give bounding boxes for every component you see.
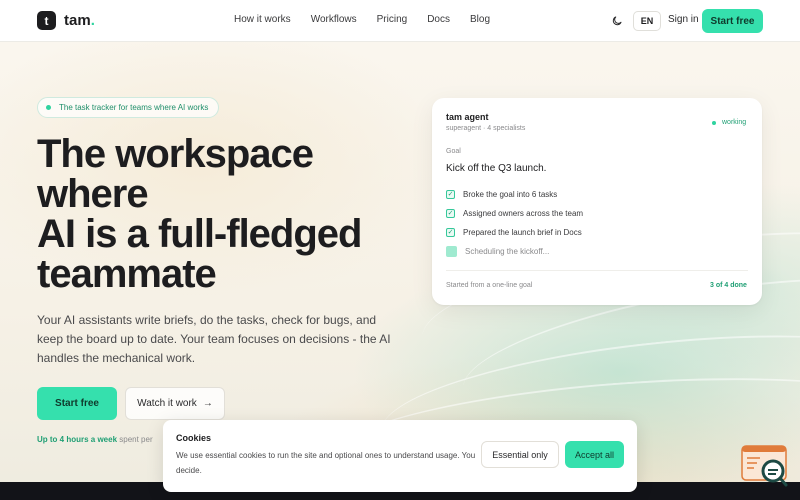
arrow-right-icon: → [202,398,213,409]
theme-toggle-button[interactable] [607,11,627,31]
time-saving-note: Up to 4 hours a week spent per [37,435,153,444]
agent-status-badge: working [712,119,746,126]
nav-link-how-it-works[interactable]: How it works [234,14,291,25]
watch-it-work-button[interactable]: Watch it work → [125,387,225,420]
goal-text: Kick off the Q3 launch. [446,163,547,174]
nav-link-pricing[interactable]: Pricing [377,14,408,25]
hero-start-free-button[interactable]: Start free [37,387,117,420]
watch-it-work-label: Watch it work [137,398,197,409]
headline-line: AI is a full-fledged [37,212,362,256]
task-item: ✓ Prepared the launch brief in Docs [446,228,582,237]
status-dot-icon [712,120,716,125]
task-label: Assigned owners across the team [463,209,584,218]
agent-card-subtitle: superagent · 4 specialists [446,125,526,132]
check-icon: ✓ [446,228,455,237]
task-label: Prepared the launch brief in Docs [463,228,582,237]
cookie-title: Cookies [176,433,212,443]
hero-headline: The workspace where AI is a full-fledged… [37,134,397,294]
task-label: Broke the goal into 6 tasks [463,190,558,199]
card-divider [446,270,748,271]
badge-dot-icon [46,105,51,110]
nav-link-workflows[interactable]: Workflows [311,14,357,25]
task-label: Scheduling the kickoff... [465,247,550,256]
progress-count: 3 of 4 done [710,282,747,289]
nav-links: How it works Workflows Pricing Docs Blog [234,14,510,25]
hero-badge: The task tracker for teams where AI work… [37,97,219,118]
cookie-banner: Cookies We use essential cookies to run … [163,420,637,492]
goal-label: Goal [446,148,461,155]
task-item: ✓ Broke the goal into 6 tasks [446,190,557,199]
nav-link-blog[interactable]: Blog [470,14,490,25]
hero-badge-text: The task tracker for teams where AI work… [59,103,209,112]
sign-in-link[interactable]: Sign in [668,14,699,25]
help-widget-button[interactable] [740,444,790,488]
time-saving-highlight: Up to 4 hours a week [37,435,118,444]
check-icon: ✓ [446,209,455,218]
headline-line: teammate [37,252,217,296]
accept-all-button[interactable]: Accept all [565,441,624,468]
agent-status-text: working [722,119,747,126]
headline-line: where [37,172,149,216]
top-navbar: t tam. How it works Workflows Pricing Do… [0,0,800,42]
agent-card-title: tam agent [446,112,489,122]
nav-start-free-button[interactable]: Start free [702,9,763,33]
nav-link-docs[interactable]: Docs [427,14,450,25]
hero-subcopy: Your AI assistants write briefs, do the … [37,313,391,365]
language-selector[interactable]: EN [633,11,661,31]
chat-search-icon [741,445,788,487]
task-item: ✓ Assigned owners across the team [446,209,583,218]
time-saving-rest: spent per [117,435,153,444]
logo-mark: t [37,11,56,30]
logo[interactable]: t tam. [37,11,95,30]
check-icon: ✓ [446,190,455,199]
essential-only-button[interactable]: Essential only [481,441,559,468]
logo-wordmark: tam. [64,12,95,29]
cookie-text: We use essential cookies to run the site… [176,451,476,475]
headline-line: The workspace [37,132,314,176]
task-item-pending: Scheduling the kickoff... [446,246,549,257]
card-footer-note: Started from a one-line goal [446,282,533,289]
agent-card: tam agent superagent · 4 specialists wor… [432,98,762,305]
moon-icon [612,16,622,26]
pending-icon [446,246,457,257]
